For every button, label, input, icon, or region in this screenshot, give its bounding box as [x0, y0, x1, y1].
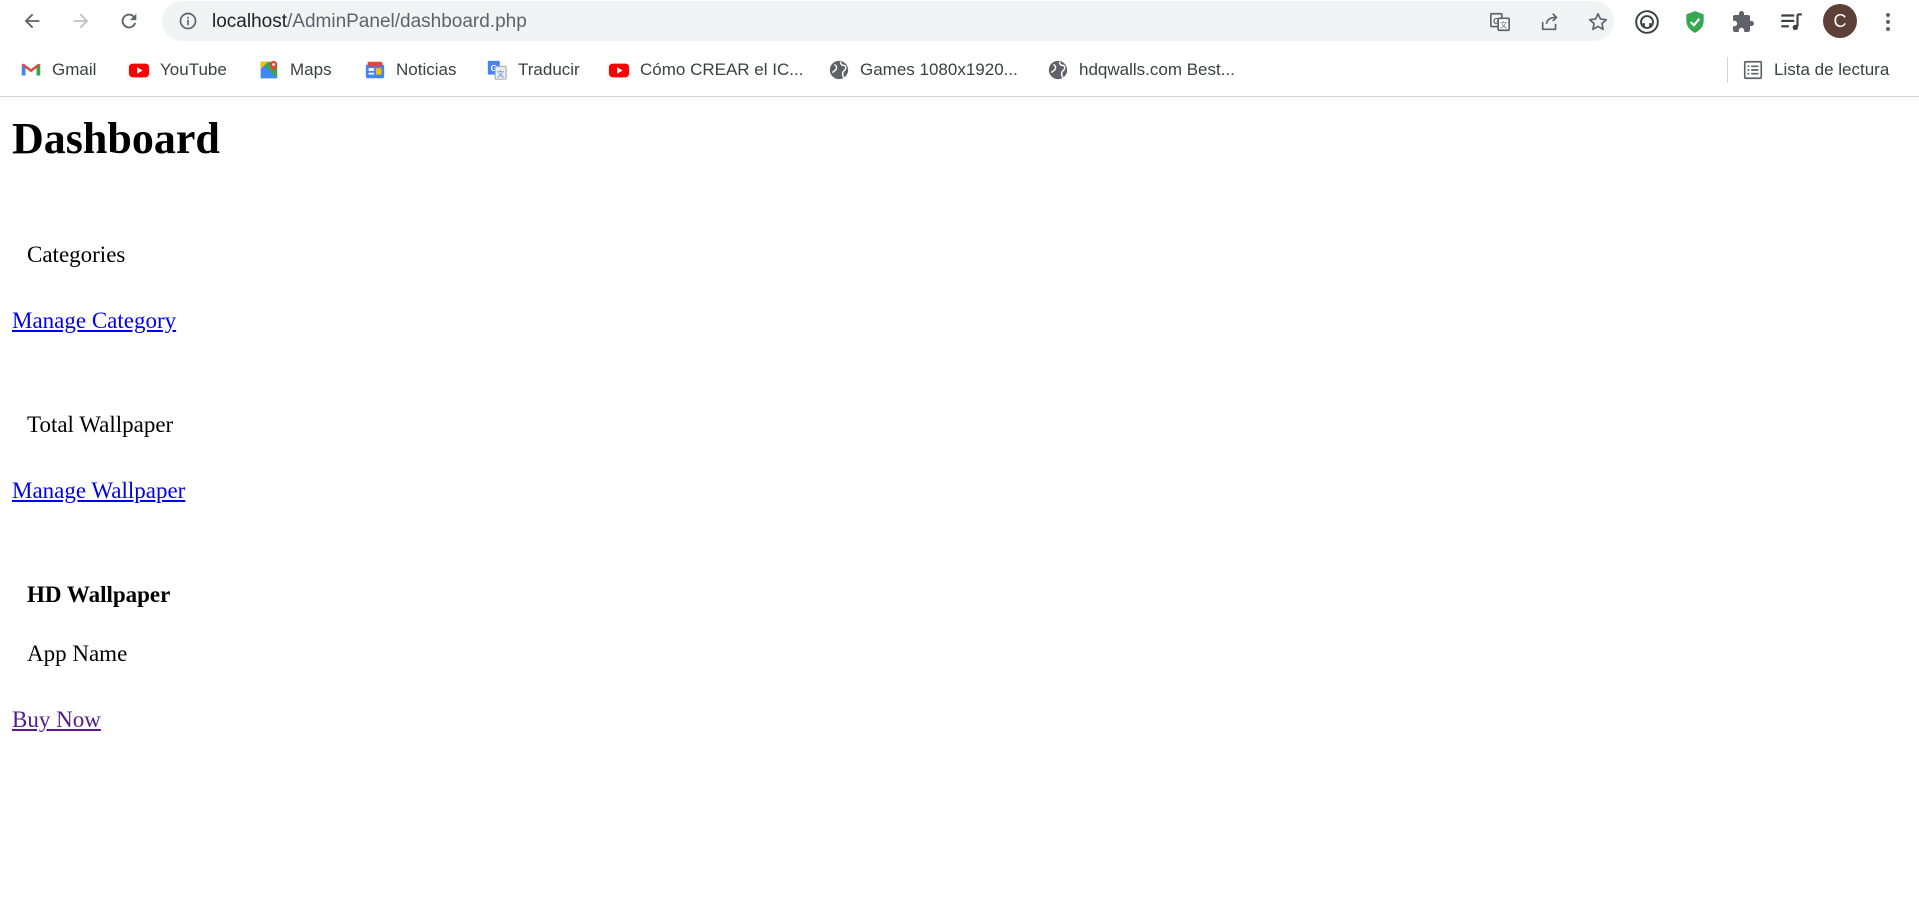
address-bar[interactable]: localhost/AdminPanel/dashboard.php G文	[162, 1, 1614, 41]
browser-toolbar: localhost/AdminPanel/dashboard.php G文 C	[0, 0, 1919, 43]
bookmark-label: Cómo CREAR el IC...	[640, 60, 804, 79]
headset-icon	[1635, 10, 1659, 34]
youtube-icon	[128, 59, 150, 81]
svg-text:文: 文	[497, 69, 505, 78]
globe-icon	[828, 59, 850, 81]
manage-wallpaper-link[interactable]: Manage Wallpaper	[12, 478, 185, 504]
profile-avatar[interactable]: C	[1823, 4, 1857, 38]
menu-button[interactable]	[1874, 8, 1902, 36]
share-icon	[1541, 13, 1558, 31]
bookmark-maps[interactable]: Maps	[258, 55, 332, 85]
manage-category-link[interactable]: Manage Category	[12, 308, 176, 334]
app-name-text: App Name	[27, 641, 128, 666]
bookmark-label: Maps	[290, 60, 332, 79]
total-wallpaper-label: Total Wallpaper	[27, 412, 174, 437]
bookmark-youtube[interactable]: YouTube	[128, 55, 227, 85]
arrow-right-icon	[73, 13, 89, 29]
reading-list-icon	[1742, 59, 1764, 81]
translate-page-button[interactable]: G文	[1488, 10, 1512, 34]
product-heading: HD Wallpaper	[27, 582, 171, 607]
categories-label: Categories	[27, 242, 126, 267]
bookmark-hdqwalls[interactable]: hdqwalls.com Best...	[1047, 55, 1235, 85]
reading-list-label: Lista de lectura	[1774, 60, 1890, 79]
bookmarks-divider	[1727, 57, 1728, 83]
bookmark-label: Traducir	[518, 60, 580, 79]
maps-icon	[258, 59, 280, 81]
extensions-button[interactable]	[1729, 8, 1757, 36]
youtube-icon	[608, 59, 630, 81]
bookmark-label: YouTube	[160, 60, 227, 79]
url-text: localhost/AdminPanel/dashboard.php	[212, 11, 527, 33]
back-button[interactable]	[17, 6, 47, 36]
reload-icon	[121, 13, 137, 29]
globe-icon	[1047, 59, 1069, 81]
news-icon	[364, 59, 386, 81]
bookmarks-bar: Gmail YouTube Maps Noticias G文 Traducir …	[0, 45, 1919, 97]
reload-button[interactable]	[114, 6, 144, 36]
bookmark-gmail[interactable]: Gmail	[20, 55, 96, 85]
bookmark-star-button[interactable]	[1586, 10, 1610, 34]
puzzle-piece-icon	[1733, 11, 1754, 32]
svg-text:文: 文	[1500, 21, 1508, 30]
extension-button[interactable]	[1633, 8, 1661, 36]
bookmark-label: Games 1080x1920...	[860, 60, 1018, 79]
security-extension-button[interactable]	[1681, 8, 1709, 36]
bookmark-como-crear[interactable]: Cómo CREAR el IC...	[608, 55, 803, 85]
gmail-icon	[20, 59, 42, 81]
google-translate-icon: G文	[1490, 12, 1510, 32]
bookmark-label: Noticias	[396, 60, 457, 79]
translate-icon: G文	[486, 59, 508, 81]
page-content: Dashboard Categories Manage Category Tot…	[0, 98, 1919, 923]
bookmark-label: hdqwalls.com Best...	[1079, 60, 1235, 79]
star-icon	[1588, 12, 1608, 31]
bookmark-label: Gmail	[52, 60, 97, 79]
more-vertical-icon	[1886, 13, 1890, 31]
info-icon[interactable]	[178, 11, 198, 31]
share-button[interactable]	[1538, 10, 1562, 34]
arrow-left-icon	[24, 13, 40, 29]
bookmark-games[interactable]: Games 1080x1920...	[828, 55, 1018, 85]
reading-list-button[interactable]: Lista de lectura	[1742, 55, 1889, 85]
shield-check-icon	[1686, 11, 1704, 33]
bookmark-traducir[interactable]: G文 Traducir	[486, 55, 580, 85]
media-controls-button[interactable]	[1777, 8, 1805, 36]
page-title: Dashboard	[12, 114, 220, 163]
url-path: /AdminPanel/dashboard.php	[287, 11, 527, 32]
bookmark-noticias[interactable]: Noticias	[364, 55, 456, 85]
forward-button[interactable]	[66, 6, 96, 36]
url-host: localhost	[212, 11, 287, 32]
playlist-music-icon	[1781, 13, 1802, 31]
buy-now-link[interactable]: Buy Now	[12, 707, 101, 733]
